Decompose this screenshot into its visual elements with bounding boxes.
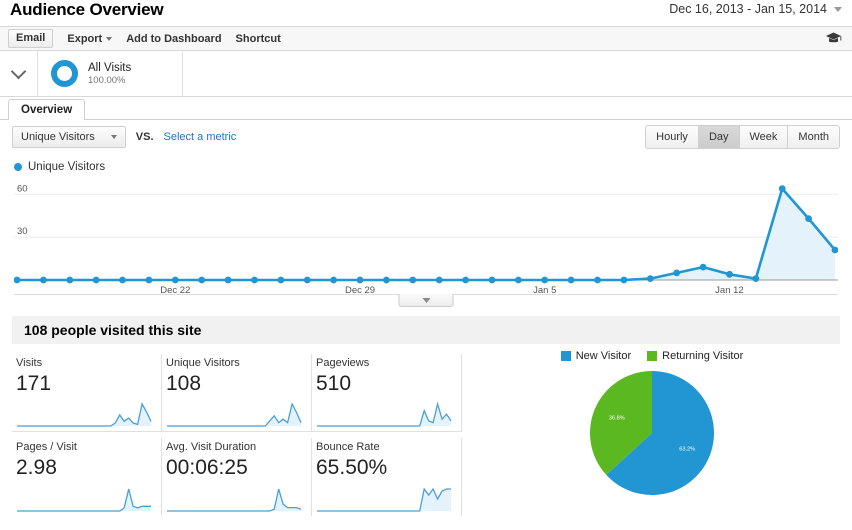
email-button[interactable]: Email — [8, 29, 54, 48]
chevron-down-icon — [834, 6, 842, 12]
kpi-value: 510 — [316, 372, 352, 395]
legend-swatch-new-visitor — [560, 351, 571, 361]
kpi-value: 108 — [166, 372, 202, 395]
metric-controls: Unique Visitors VS. Select a metric Hour… — [0, 120, 852, 154]
segment-collapse-button[interactable] — [0, 51, 38, 96]
series-color-dot-icon — [14, 163, 22, 171]
granularity-week[interactable]: Week — [739, 126, 789, 148]
chart-expand-bar — [14, 294, 838, 308]
primary-metric-label: Unique Visitors — [21, 131, 95, 143]
kpi-visits[interactable]: Visits 171 — [12, 354, 162, 432]
svg-text:30: 30 — [17, 226, 28, 237]
svg-text:Jan 5: Jan 5 — [533, 285, 556, 294]
pie-legend: New Visitor Returning Visitor — [464, 350, 840, 362]
graduation-cap-glyph — [826, 32, 842, 43]
tab-overview[interactable]: Overview — [8, 99, 86, 120]
segment-donut-icon — [51, 60, 78, 87]
select-a-metric-link[interactable]: Select a metric — [164, 131, 237, 143]
chevron-down-icon — [422, 297, 430, 303]
kpi-label: Avg. Visit Duration — [166, 441, 257, 453]
segment-percent: 100.00% — [88, 74, 126, 86]
kpi-pageviews[interactable]: Pageviews 510 — [312, 354, 462, 432]
date-range-label: Dec 16, 2013 - Jan 15, 2014 — [669, 2, 827, 16]
pie-legend-new-visitor[interactable]: New Visitor — [560, 350, 632, 362]
export-label: Export — [67, 32, 103, 45]
graduation-cap-icon[interactable] — [825, 31, 842, 47]
kpi-value: 00:06:25 — [166, 456, 248, 479]
kpi-sparkline — [17, 488, 151, 512]
kpi-value: 171 — [16, 372, 52, 395]
overview-bottom: Visits 171 Unique Visitors 108 Pageviews… — [12, 350, 840, 522]
svg-text:Dec 29: Dec 29 — [345, 285, 375, 294]
kpi-value: 65.50% — [316, 456, 388, 479]
kpi-pages-per-visit[interactable]: Pages / Visit 2.98 — [12, 438, 162, 516]
kpi-unique-visitors[interactable]: Unique Visitors 108 — [162, 354, 312, 432]
date-range-picker[interactable]: Dec 16, 2013 - Jan 15, 2014 — [669, 0, 842, 16]
summary-headline: 108 people visited this site — [24, 322, 202, 338]
export-menu[interactable]: Export — [67, 32, 113, 45]
segment-all-visits[interactable]: All Visits 100.00% — [38, 51, 183, 96]
kpi-avg-visit-duration[interactable]: Avg. Visit Duration 00:06:25 — [162, 438, 312, 516]
kpi-sparkline — [167, 402, 302, 427]
chart-series-legend: Unique Visitors — [0, 154, 852, 176]
primary-metric-select[interactable]: Unique Visitors — [12, 126, 126, 148]
vs-label: VS. — [135, 131, 154, 143]
svg-text:63.2%: 63.2% — [679, 447, 695, 453]
kpi-label: Pages / Visit — [16, 441, 77, 453]
legend-swatch-returning-visitor — [647, 351, 658, 361]
timeseries-chart-svg: 30 60 Dec 22 Dec 29 Jan 5 Jan 12 — [14, 183, 838, 294]
kpi-value: 2.98 — [16, 456, 57, 479]
chart-expand-handle[interactable] — [398, 294, 454, 307]
action-toolbar: Email Export Add to Dashboard Shortcut — [0, 26, 852, 51]
legend-label: New Visitor — [575, 350, 632, 362]
series-legend-label: Unique Visitors — [28, 161, 106, 173]
granularity-month[interactable]: Month — [788, 126, 839, 148]
summary-banner: 108 people visited this site — [12, 316, 840, 344]
kpi-sparkline — [317, 401, 452, 427]
visitor-type-pie-panel: New Visitor Returning Visitor 63.2% 36.8% — [464, 350, 840, 522]
kpi-grid: Visits 171 Unique Visitors 108 Pageviews… — [12, 354, 464, 522]
granularity-day[interactable]: Day — [698, 126, 740, 148]
kpi-label: Pageviews — [316, 357, 370, 369]
kpi-label: Visits — [16, 357, 43, 369]
segment-text: All Visits 100.00% — [88, 61, 131, 87]
granularity-hourly[interactable]: Hourly — [646, 126, 699, 148]
segment-bar: All Visits 100.00% — [0, 51, 852, 97]
page-header: Audience Overview Dec 16, 2013 - Jan 15,… — [0, 0, 852, 26]
svg-text:Jan 12: Jan 12 — [715, 285, 744, 294]
segment-add-area[interactable] — [183, 51, 852, 96]
audience-overview-page: Audience Overview Dec 16, 2013 - Jan 15,… — [0, 0, 852, 530]
kpi-label: Unique Visitors — [166, 357, 240, 369]
svg-text:60: 60 — [17, 183, 28, 194]
pie-legend-returning-visitor[interactable]: Returning Visitor — [647, 350, 743, 362]
svg-text:Dec 22: Dec 22 — [160, 285, 190, 294]
legend-label: Returning Visitor — [662, 350, 744, 362]
segment-name: All Visits — [88, 61, 132, 74]
visitor-type-pie-svg[interactable]: 63.2% 36.8% — [572, 368, 732, 498]
timeseries-chart[interactable]: 30 60 Dec 22 Dec 29 Jan 5 Jan 12 — [14, 176, 838, 294]
page-title: Audience Overview — [10, 0, 164, 19]
kpi-sparkline — [17, 402, 152, 427]
kpi-label: Bounce Rate — [316, 441, 380, 453]
report-tabs: Overview — [0, 97, 852, 120]
kpi-sparkline — [317, 487, 451, 512]
add-to-dashboard-button[interactable]: Add to Dashboard — [126, 33, 221, 45]
chevron-down-icon — [106, 36, 113, 41]
shortcut-button[interactable]: Shortcut — [236, 33, 281, 45]
kpi-bounce-rate[interactable]: Bounce Rate 65.50% — [312, 438, 462, 516]
granularity-switcher: Hourly Day Week Month — [645, 125, 840, 149]
chevron-down-icon — [10, 63, 27, 79]
svg-text:36.8%: 36.8% — [609, 416, 625, 422]
kpi-sparkline — [167, 488, 302, 512]
chevron-down-icon — [110, 135, 117, 139]
